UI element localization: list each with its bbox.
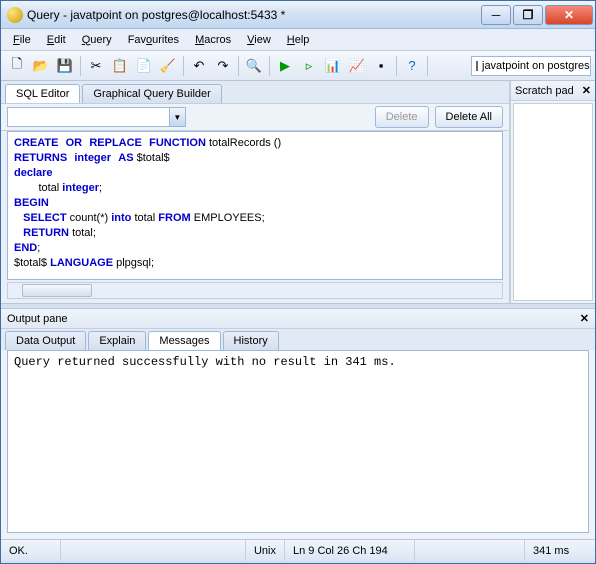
output-pane: Output pane ✕ Data Output Explain Message… <box>1 309 595 539</box>
scratch-pad-textarea[interactable] <box>513 103 593 301</box>
scratch-pad-title: Scratch pad <box>515 85 574 97</box>
chevron-down-icon: ▼ <box>169 108 185 126</box>
execute-pgscript-icon[interactable]: ▹ <box>298 55 320 77</box>
delete-button[interactable]: Delete <box>375 106 429 128</box>
status-bar: OK. Unix Ln 9 Col 26 Ch 194 341 ms <box>1 539 595 561</box>
scratch-pad-panel: Scratch pad ✕ <box>511 81 595 303</box>
previous-queries-combo[interactable]: ▼ <box>7 107 186 127</box>
menu-file[interactable]: File <box>7 32 37 48</box>
menu-query[interactable]: Query <box>76 32 118 48</box>
explain-icon[interactable]: 📊 <box>322 55 344 77</box>
menu-edit[interactable]: Edit <box>41 32 72 48</box>
tab-explain[interactable]: Explain <box>88 331 146 350</box>
tab-graphical-query-builder[interactable]: Graphical Query Builder <box>82 84 221 103</box>
cancel-icon[interactable]: ▪ <box>370 55 392 77</box>
menu-help[interactable]: Help <box>281 32 316 48</box>
menu-favourites[interactable]: Favourites <box>122 32 185 48</box>
editor-tabs: SQL Editor Graphical Query Builder <box>1 81 509 103</box>
status-position: Ln 9 Col 26 Ch 194 <box>285 540 415 561</box>
minimize-button[interactable]: ─ <box>481 5 511 25</box>
delete-all-button[interactable]: Delete All <box>435 106 503 128</box>
status-ok: OK. <box>1 540 61 561</box>
paste-icon[interactable]: 📄 <box>133 55 155 77</box>
connection-selector[interactable]: javatpoint on postgres@l <box>471 56 591 76</box>
output-pane-close-icon[interactable]: ✕ <box>580 312 589 325</box>
explain-analyze-icon[interactable]: 📈 <box>346 55 368 77</box>
tab-data-output[interactable]: Data Output <box>5 331 86 350</box>
save-file-icon[interactable]: 💾 <box>54 55 76 77</box>
title-bar: Query - javatpoint on postgres@localhost… <box>1 1 595 29</box>
menu-bar: File Edit Query Favourites Macros View H… <box>1 29 595 51</box>
status-mode: Unix <box>246 540 285 561</box>
open-file-icon[interactable]: 📂 <box>30 55 52 77</box>
redo-icon[interactable]: ↷ <box>212 55 234 77</box>
cut-icon[interactable]: ✂ <box>85 55 107 77</box>
window-title: Query - javatpoint on postgres@localhost… <box>27 8 481 22</box>
connection-label: javatpoint on postgres@l <box>482 60 591 72</box>
status-time: 341 ms <box>525 540 595 561</box>
connection-checkbox-icon <box>476 61 478 71</box>
clear-icon[interactable]: 🧹 <box>157 55 179 77</box>
horizontal-scrollbar[interactable] <box>7 282 503 299</box>
new-file-icon[interactable]: 🗋 <box>6 55 28 77</box>
tab-messages[interactable]: Messages <box>148 331 220 350</box>
tab-history[interactable]: History <box>223 331 279 350</box>
tab-sql-editor[interactable]: SQL Editor <box>5 84 80 103</box>
status-rows <box>415 540 525 561</box>
output-pane-title: Output pane <box>7 313 68 325</box>
status-spacer <box>61 540 246 561</box>
scratch-pad-close-icon[interactable]: ✕ <box>582 84 591 97</box>
undo-icon[interactable]: ↶ <box>188 55 210 77</box>
maximize-button[interactable]: ❐ <box>513 5 543 25</box>
copy-icon[interactable]: 📋 <box>109 55 131 77</box>
execute-icon[interactable]: ▶ <box>274 55 296 77</box>
app-icon <box>7 7 23 23</box>
menu-view[interactable]: View <box>241 32 277 48</box>
close-button[interactable]: ✕ <box>545 5 593 25</box>
messages-output[interactable]: Query returned successfully with no resu… <box>7 350 589 533</box>
toolbar: 🗋 📂 💾 ✂ 📋 📄 🧹 ↶ ↷ 🔍 ▶ ▹ 📊 📈 ▪ ? javatpoi… <box>1 51 595 81</box>
help-icon[interactable]: ? <box>401 55 423 77</box>
find-icon[interactable]: 🔍 <box>243 55 265 77</box>
menu-macros[interactable]: Macros <box>189 32 237 48</box>
sql-editor-textarea[interactable]: CREATE OR REPLACE FUNCTION totalRecords … <box>7 131 503 280</box>
